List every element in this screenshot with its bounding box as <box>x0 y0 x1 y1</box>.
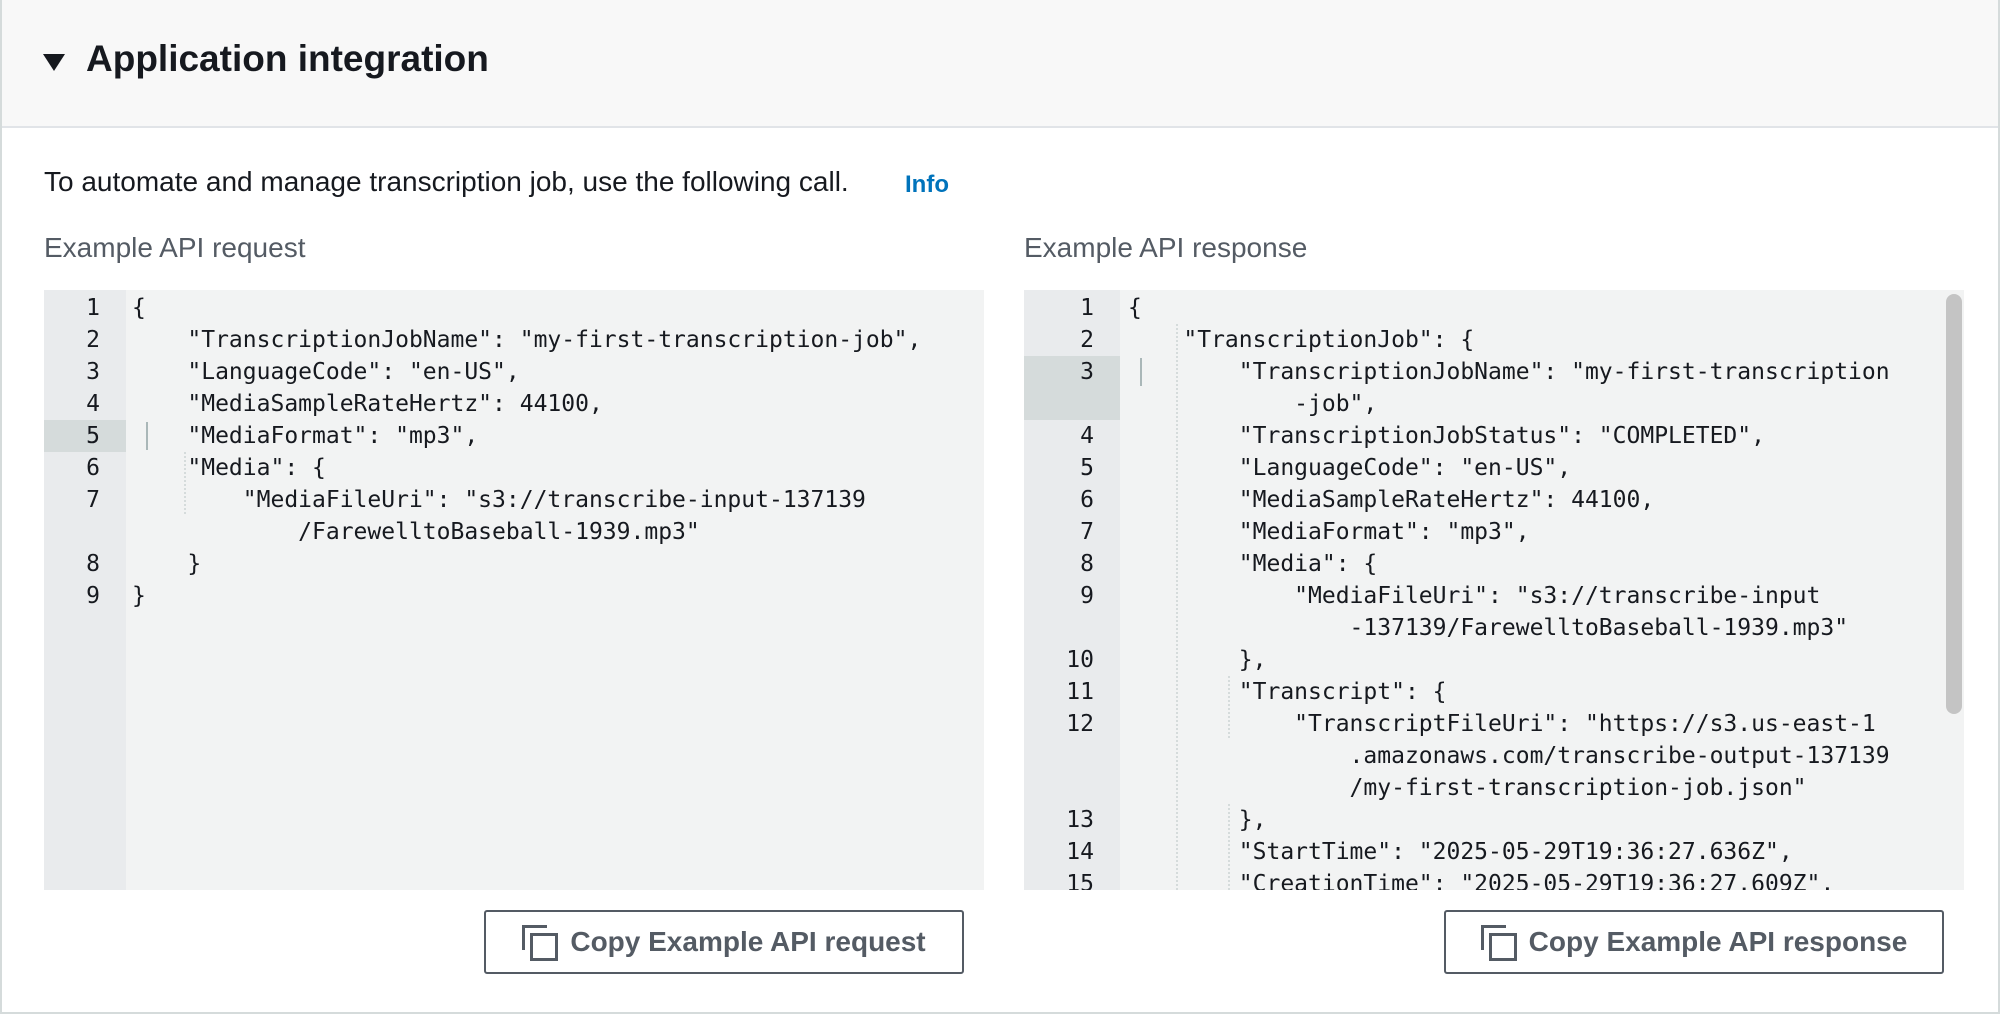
response-code-line: 10 }, <box>1024 644 1964 676</box>
response-code-text: "MediaFormat": "mp3", <box>1128 519 1530 545</box>
response-label: Example API response <box>1024 232 1308 263</box>
application-integration-panel: Application integration To automate and … <box>0 0 2000 1014</box>
copy-request-label: Copy Example API request <box>570 926 926 957</box>
response-line-number: 4 <box>1080 423 1094 449</box>
request-line-number: 2 <box>86 327 100 353</box>
request-line-number: 3 <box>86 359 100 385</box>
response-code-text: /my-first-transcription-job.json" <box>1128 775 1807 801</box>
request-code-text: /FarewelltoBaseball-1939.mp3" <box>132 519 700 545</box>
copy-request-button[interactable]: Copy Example API request <box>484 910 964 974</box>
response-code-line: 7 "MediaFormat": "mp3", <box>1024 516 1964 548</box>
response-code-text: -137139/FarewelltoBaseball-1939.mp3" <box>1128 615 1849 641</box>
panel-title: Application integration <box>86 38 489 79</box>
request-code-line: 8 } <box>44 548 984 580</box>
response-code-line: 4 "TranscriptionJobStatus": "COMPLETED", <box>1024 420 1964 452</box>
response-code-line: 9 "MediaFileUri": "s3://transcribe-input <box>1024 580 1964 612</box>
response-code-text: }, <box>1128 647 1267 673</box>
request-code-text: } <box>132 583 146 609</box>
request-code-text: "Media": { <box>132 455 326 481</box>
response-line-number: 9 <box>1080 583 1094 609</box>
response-code-line: 8 "Media": { <box>1024 548 1964 580</box>
response-code-line: 3 "TranscriptionJobName": "my-first-tran… <box>1024 356 1964 388</box>
request-label: Example API request <box>44 232 306 263</box>
request-code-text: "MediaFileUri": "s3://transcribe-input-1… <box>132 487 866 513</box>
response-code-line: 15 "CreationTime": "2025-05-29T19:36:27.… <box>1024 868 1964 890</box>
response-line-number: 15 <box>1066 871 1094 890</box>
response-code-text: }, <box>1128 807 1267 833</box>
response-code-line: 5 "LanguageCode": "en-US", <box>1024 452 1964 484</box>
response-code-line: 14 "StartTime": "2025-05-29T19:36:27.636… <box>1024 836 1964 868</box>
request-code-text: { <box>132 295 146 321</box>
request-line-number: 4 <box>86 391 100 417</box>
request-code-text: "LanguageCode": "en-US", <box>132 359 520 385</box>
response-line-number: 7 <box>1080 519 1094 545</box>
response-code-text: .amazonaws.com/transcribe-output-137139 <box>1128 743 1890 769</box>
request-line-number: 8 <box>86 551 100 577</box>
request-code-line: 1{ <box>44 292 984 324</box>
response-indent-guide <box>1228 804 1230 890</box>
response-line-number: 8 <box>1080 551 1094 577</box>
response-code-line: /my-first-transcription-job.json" <box>1024 772 1964 804</box>
response-code-text: "MediaSampleRateHertz": 44100, <box>1128 487 1655 513</box>
response-line-number: 5 <box>1080 455 1094 481</box>
request-line-number: 9 <box>86 583 100 609</box>
response-line-number: 12 <box>1066 711 1094 737</box>
response-line-number: 11 <box>1066 679 1094 705</box>
copy-response-label: Copy Example API response <box>1528 926 1908 957</box>
response-line-number: 1 <box>1080 295 1094 321</box>
request-indent-guide <box>184 452 186 514</box>
request-code-text: "MediaFormat": "mp3", <box>132 423 479 449</box>
request-code-text: } <box>132 551 202 577</box>
response-code-line: -job", <box>1024 388 1964 420</box>
request-line-number: 6 <box>86 455 100 481</box>
copy-icon <box>1480 925 1517 961</box>
request-code-line: 2 "TranscriptionJobName": "my-first-tran… <box>44 324 984 356</box>
request-code-line: 9} <box>44 580 984 612</box>
response-code-text: "TranscriptFileUri": "https://s3.us-east… <box>1128 711 1876 737</box>
response-code-text: -job", <box>1128 391 1378 417</box>
request-code-line: 4 "MediaSampleRateHertz": 44100, <box>44 388 984 420</box>
copy-response-button[interactable]: Copy Example API response <box>1444 910 1944 974</box>
response-code-text: "MediaFileUri": "s3://transcribe-input <box>1128 583 1821 609</box>
info-link[interactable]: Info <box>905 171 949 199</box>
response-code-line: 1{ <box>1024 292 1964 324</box>
response-code-text: "TranscriptionJob": { <box>1128 327 1475 353</box>
response-code-text: "CreationTime": "2025-05-29T19:36:27.609… <box>1128 871 1835 890</box>
request-line-number: 5 <box>86 423 100 449</box>
panel-header[interactable]: Application integration <box>2 0 1998 128</box>
response-line-number: 2 <box>1080 327 1094 353</box>
request-code-text: "MediaSampleRateHertz": 44100, <box>132 391 603 417</box>
response-code-text: { <box>1128 295 1142 321</box>
request-line-number: 7 <box>86 487 100 513</box>
response-code-editor[interactable]: 1{2 "TranscriptionJob": {3 "Transcriptio… <box>1024 290 1964 890</box>
response-code-line: .amazonaws.com/transcribe-output-137139 <box>1024 740 1964 772</box>
response-code-line: 13 }, <box>1024 804 1964 836</box>
request-code-line: /FarewelltoBaseball-1939.mp3" <box>44 516 984 548</box>
response-code-text: "TranscriptionJobName": "my-first-transc… <box>1128 359 1890 385</box>
caret-down-icon[interactable] <box>43 54 65 71</box>
response-indent-guide <box>1176 324 1178 890</box>
response-line-number: 6 <box>1080 487 1094 513</box>
response-line-number: 10 <box>1066 647 1094 673</box>
response-code-line: 2 "TranscriptionJob": { <box>1024 324 1964 356</box>
request-code-line: 5 "MediaFormat": "mp3", <box>44 420 984 452</box>
panel-description: To automate and manage transcription job… <box>44 166 849 197</box>
response-code-text: "LanguageCode": "en-US", <box>1128 455 1572 481</box>
response-code-line: 11 "Transcript": { <box>1024 676 1964 708</box>
request-line-number: 1 <box>86 295 100 321</box>
request-code-line: 3 "LanguageCode": "en-US", <box>44 356 984 388</box>
response-code-line: 12 "TranscriptFileUri": "https://s3.us-e… <box>1024 708 1964 740</box>
request-code-editor[interactable]: 1{2 "TranscriptionJobName": "my-first-tr… <box>44 290 984 890</box>
response-code-text: "Media": { <box>1128 551 1378 577</box>
response-line-number: 14 <box>1066 839 1094 865</box>
response-code-line: -137139/FarewelltoBaseball-1939.mp3" <box>1024 612 1964 644</box>
response-indent-guide <box>1228 676 1230 738</box>
response-line-number: 3 <box>1080 359 1094 385</box>
request-code-text: "TranscriptionJobName": "my-first-transc… <box>132 327 922 353</box>
response-code-text: "TranscriptionJobStatus": "COMPLETED", <box>1128 423 1765 449</box>
response-code-line: 6 "MediaSampleRateHertz": 44100, <box>1024 484 1964 516</box>
copy-icon <box>522 925 559 961</box>
response-line-number: 13 <box>1066 807 1094 833</box>
